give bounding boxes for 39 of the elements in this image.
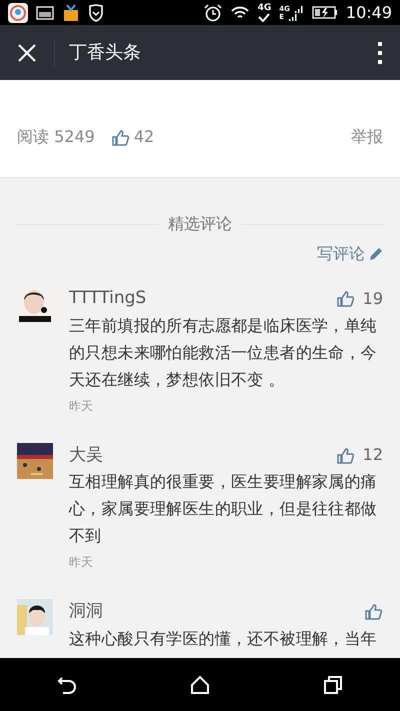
image-icon bbox=[36, 6, 54, 20]
like-button[interactable]: 42 bbox=[110, 125, 154, 149]
write-comment-link[interactable]: 写评论 bbox=[317, 242, 383, 266]
comment-text: 互相理解真的很重要，医生要理解家属的痛心，家属要理解医生的职业，但是往往都做不到 bbox=[69, 471, 378, 547]
like-count: 42 bbox=[134, 126, 154, 148]
pencil-icon bbox=[369, 247, 383, 261]
section-title: 精选评论 bbox=[167, 213, 233, 235]
more-icon bbox=[377, 42, 383, 64]
alarm-clock-icon bbox=[204, 4, 222, 22]
comment-like-button[interactable]: 19 bbox=[336, 286, 383, 311]
clock-time: 10:49 bbox=[346, 2, 392, 24]
shield-icon bbox=[88, 4, 104, 22]
comment-like-count: 12 bbox=[362, 444, 383, 466]
comment-like-count: 19 bbox=[362, 288, 383, 310]
comment-like-button[interactable] bbox=[364, 603, 383, 620]
comment-like-button[interactable]: 12 bbox=[336, 443, 383, 468]
network-label: 4G bbox=[258, 3, 272, 13]
comment-text: 这种心酸只有学医的懂，还不被理解，当年 bbox=[69, 628, 378, 650]
home-icon bbox=[190, 675, 210, 696]
thumbs-up-icon bbox=[110, 128, 130, 146]
report-link[interactable]: 举报 bbox=[351, 125, 383, 149]
check-icon bbox=[258, 13, 270, 22]
close-icon bbox=[18, 44, 36, 62]
thumbs-up-icon bbox=[336, 290, 355, 308]
page-title: 丁香头条 bbox=[69, 41, 142, 65]
user-name: 大吴 bbox=[69, 444, 104, 466]
recent-apps-icon bbox=[323, 675, 344, 696]
user-name: TTTTingS bbox=[69, 287, 148, 310]
thumbs-up-icon bbox=[364, 603, 383, 620]
gift-box-icon bbox=[62, 4, 80, 22]
app-icon bbox=[8, 2, 28, 22]
back-icon bbox=[56, 675, 77, 696]
battery-icon bbox=[312, 6, 338, 19]
comment-text: 三年前填报的所有志愿都是临床医学，单纯的只想未来哪怕能救活一位患者的生命，今天还在继续，梦想依旧不变 。 bbox=[69, 314, 378, 390]
thumbs-up-icon bbox=[336, 446, 355, 464]
comment-time: 昨天 bbox=[69, 554, 94, 571]
comment-time: 昨天 bbox=[69, 398, 94, 414]
read-count: 阅读 5249 bbox=[17, 126, 95, 148]
user-name: 洞洞 bbox=[69, 600, 104, 623]
